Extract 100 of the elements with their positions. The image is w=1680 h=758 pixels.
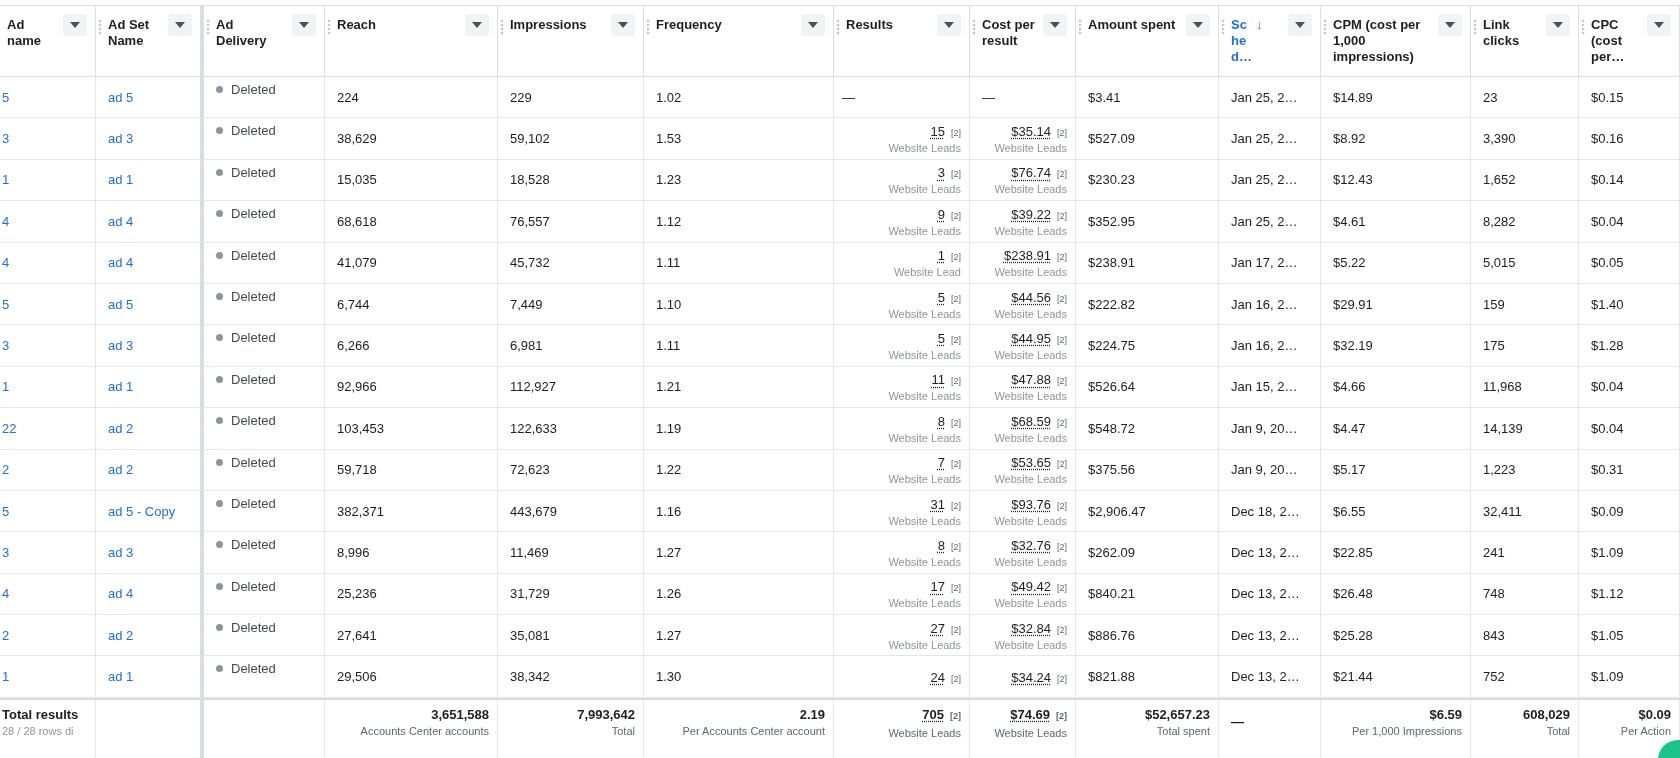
column-menu-button[interactable] [63, 14, 87, 36]
column-menu-button[interactable] [292, 14, 316, 36]
column-header[interactable]: Amount spent [1076, 6, 1219, 76]
result-value[interactable]: 8 [937, 413, 945, 429]
column-header[interactable]: Sched… ↓ [1219, 6, 1321, 76]
drag-handle-icon[interactable] [972, 19, 976, 35]
ad-link[interactable]: 1 [2, 172, 10, 188]
result-value[interactable]: $39.22 [1011, 206, 1051, 222]
ad-link[interactable]: 4 [2, 255, 10, 271]
result-value[interactable]: $68.59 [1011, 413, 1051, 429]
result-value[interactable]: 3 [937, 165, 945, 181]
column-menu-button[interactable] [168, 14, 192, 36]
column-header[interactable]: Ad Set Name [96, 6, 204, 76]
result-value[interactable]: $53.65 [1011, 455, 1051, 471]
drag-handle-icon[interactable] [327, 19, 331, 35]
column-header[interactable]: CPC (cost per… [1579, 6, 1680, 76]
total-value[interactable]: 705 [922, 706, 944, 723]
column-menu-button[interactable] [1043, 14, 1067, 36]
column-header[interactable]: Ad Delivery [204, 6, 325, 76]
result-value[interactable]: 24 [930, 669, 945, 685]
ad-link[interactable]: 1 [2, 669, 10, 685]
drag-handle-icon[interactable] [836, 19, 840, 35]
drag-handle-icon[interactable] [1581, 19, 1585, 35]
drag-handle-icon[interactable] [500, 19, 504, 35]
ad-link[interactable]: 4 [2, 213, 10, 229]
result-value[interactable]: $49.42 [1011, 579, 1051, 595]
table-cell: 59,102 [510, 131, 550, 147]
result-value[interactable]: 15 [930, 124, 945, 140]
column-header[interactable]: Frequency [644, 6, 834, 76]
ad-link[interactable]: ad 5 [108, 296, 134, 312]
ad-link[interactable]: 2 [2, 627, 10, 643]
drag-handle-icon[interactable] [98, 19, 102, 35]
result-value[interactable]: 1 [937, 248, 945, 264]
result-value[interactable]: 8 [937, 538, 945, 553]
column-menu-button[interactable] [801, 14, 825, 36]
ad-link[interactable]: 1 [2, 379, 10, 395]
result-value[interactable]: $44.56 [1011, 289, 1051, 305]
drag-handle-icon[interactable] [1473, 19, 1477, 35]
result-value[interactable]: 5 [937, 331, 945, 347]
ad-link[interactable]: 4 [2, 586, 10, 602]
result-value[interactable]: $44.95 [1011, 331, 1051, 347]
ad-link[interactable]: ad 2 [108, 462, 134, 478]
column-header[interactable]: Cost per result [970, 6, 1076, 76]
result-value[interactable]: $76.74 [1011, 165, 1051, 181]
result-value[interactable]: 17 [930, 579, 945, 595]
column-header[interactable]: Ad name [0, 6, 96, 76]
result-value[interactable]: 27 [930, 620, 945, 636]
ad-link[interactable]: 5 [2, 89, 10, 105]
result-value[interactable]: $34.24 [1011, 669, 1051, 685]
ad-link[interactable]: ad 1 [108, 172, 134, 188]
column-header[interactable]: Link clicks [1471, 6, 1579, 76]
ad-link[interactable]: 3 [2, 131, 10, 147]
ad-link[interactable]: ad 1 [108, 669, 134, 685]
ad-link[interactable]: 5 [2, 296, 10, 312]
result-value[interactable]: $32.84 [1011, 620, 1051, 636]
result-value[interactable]: $93.76 [1011, 496, 1051, 512]
column-menu-button[interactable] [1546, 14, 1570, 36]
result-value[interactable]: 11 [931, 372, 945, 388]
column-menu-button[interactable] [1186, 14, 1210, 36]
drag-handle-icon[interactable] [206, 19, 210, 35]
column-menu-button[interactable] [611, 14, 635, 36]
ad-link[interactable]: 22 [2, 420, 17, 436]
ad-link[interactable]: ad 1 [108, 379, 134, 395]
total-value[interactable]: $74.69 [1010, 706, 1050, 723]
ad-link[interactable]: ad 2 [108, 627, 134, 643]
drag-handle-icon[interactable] [1078, 19, 1082, 35]
ad-link[interactable]: ad 3 [108, 131, 134, 147]
drag-handle-icon[interactable] [1323, 19, 1327, 35]
result-value[interactable]: 7 [937, 455, 945, 471]
column-menu-button[interactable] [1647, 14, 1671, 36]
table-cell: $32.19 [1333, 338, 1373, 354]
ad-link[interactable]: 2 [2, 462, 10, 478]
result-value[interactable]: 31 [930, 496, 945, 512]
column-header[interactable]: Results [834, 6, 970, 76]
ad-link[interactable]: ad 5 [108, 89, 134, 105]
column-header[interactable]: Impressions [498, 6, 644, 76]
ad-link[interactable]: ad 3 [108, 545, 134, 560]
ad-link[interactable]: ad 2 [108, 420, 134, 436]
ad-link[interactable]: ad 5 - Copy [108, 503, 176, 519]
column-header[interactable]: CPM (cost per 1,000 impressions) [1321, 6, 1471, 76]
ad-link[interactable]: 3 [2, 338, 10, 354]
result-value[interactable]: $32.76 [1011, 538, 1051, 553]
result-value[interactable]: $35.14 [1011, 124, 1051, 140]
column-menu-button[interactable] [1288, 14, 1312, 36]
result-value[interactable]: $238.91 [1004, 248, 1051, 264]
drag-handle-icon[interactable] [1221, 19, 1225, 35]
result-value[interactable]: $47.88 [1011, 372, 1051, 388]
ad-link[interactable]: 5 [2, 503, 10, 519]
ad-link[interactable]: ad 4 [108, 213, 134, 229]
result-value[interactable]: 9 [937, 206, 945, 222]
ad-link[interactable]: ad 4 [108, 586, 134, 602]
column-menu-button[interactable] [1438, 14, 1462, 36]
result-value[interactable]: 5 [937, 289, 945, 305]
drag-handle-icon[interactable] [646, 19, 650, 35]
column-menu-button[interactable] [937, 14, 961, 36]
ad-link[interactable]: ad 3 [108, 338, 134, 354]
ad-link[interactable]: ad 4 [108, 255, 134, 271]
ad-link[interactable]: 3 [2, 545, 10, 560]
column-header[interactable]: Reach [325, 6, 498, 76]
column-menu-button[interactable] [465, 14, 489, 36]
